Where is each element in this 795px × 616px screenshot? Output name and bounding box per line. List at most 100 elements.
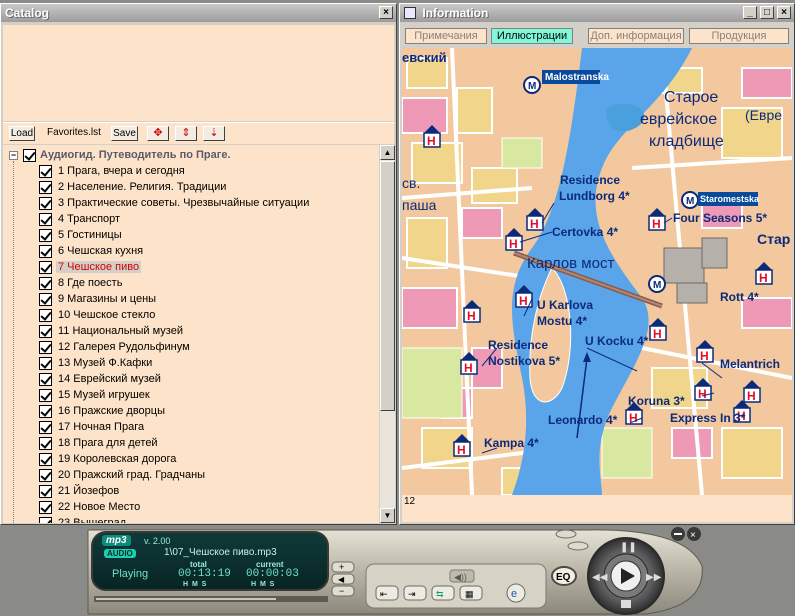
eq-button[interactable]: EQ — [551, 566, 577, 586]
minimize-button[interactable]: _ — [743, 6, 757, 19]
tab-extra-info[interactable]: Доп. информация — [588, 28, 684, 44]
item-checkbox[interactable] — [39, 212, 52, 226]
internet-icon[interactable]: e — [506, 583, 526, 603]
pause-button[interactable]: ❚❚ — [620, 542, 637, 553]
volume-down-button[interactable]: − — [331, 585, 355, 597]
item-checkbox[interactable] — [39, 500, 52, 514]
item-checkbox[interactable] — [39, 324, 52, 338]
item-checkbox[interactable] — [39, 164, 52, 178]
catalog-item[interactable]: 10 Чешское стекло — [39, 307, 157, 323]
next-track-button[interactable]: ⇥ — [403, 585, 427, 601]
catalog-item[interactable]: 23 Вышеград — [39, 515, 128, 523]
catalog-item[interactable]: 4 Транспорт — [39, 211, 122, 227]
eq-label: EQ — [556, 572, 571, 583]
total-time: 00:13:19 — [178, 568, 231, 580]
load-button[interactable]: Load — [9, 126, 35, 141]
mute-button[interactable]: ◀ — [331, 573, 355, 585]
catalog-item[interactable]: 5 Гостиницы — [39, 227, 124, 243]
prev-track-button[interactable]: ⇤ — [375, 585, 399, 601]
repeat-button[interactable]: ⇆ — [431, 585, 455, 601]
item-checkbox[interactable] — [39, 452, 52, 466]
move-up-down-icon[interactable]: ⇕ — [175, 126, 197, 141]
map-label-old-jewish-1: Старое — [664, 89, 718, 106]
catalog-item-label: 12 Галерея Рудольфинум — [58, 341, 190, 353]
info-titlebar[interactable]: Information _ □ × — [400, 4, 794, 22]
catalog-close-button[interactable]: × — [379, 6, 393, 19]
catalog-item[interactable]: 22 Новое Место — [39, 499, 142, 515]
info-close-button[interactable]: × — [777, 6, 791, 19]
catalog-item[interactable]: 18 Прага для детей — [39, 435, 160, 451]
item-checkbox[interactable] — [39, 260, 52, 274]
catalog-item[interactable]: 3 Практические советы. Чрезвычайные ситу… — [39, 195, 311, 211]
play-button[interactable] — [610, 560, 642, 592]
catalog-item[interactable]: 9 Магазины и цены — [39, 291, 158, 307]
maximize-button[interactable]: □ — [760, 6, 774, 19]
tree-root[interactable]: − Аудиогид. Путеводитель по Праге. — [9, 147, 231, 163]
item-checkbox[interactable] — [39, 276, 52, 290]
item-checkbox[interactable] — [39, 228, 52, 242]
item-checkbox[interactable] — [39, 516, 52, 523]
catalog-item[interactable]: 19 Королевская дорога — [39, 451, 178, 467]
catalog-titlebar[interactable]: Catalog × — [1, 4, 396, 22]
catalog-item[interactable]: 1 Прага, вчера и сегодня — [39, 163, 187, 179]
root-checkbox[interactable] — [23, 148, 36, 162]
item-checkbox[interactable] — [39, 196, 52, 210]
catalog-item[interactable]: 11 Национальный музей — [39, 323, 185, 339]
scroll-up-button[interactable]: ▲ — [380, 145, 395, 160]
catalog-item[interactable]: 8 Где поесть — [39, 275, 124, 291]
forward-button[interactable]: ▶▶ — [646, 572, 662, 583]
catalog-item[interactable]: 17 Ночная Прага — [39, 419, 146, 435]
item-checkbox[interactable] — [39, 436, 52, 450]
player-close-button[interactable]: × — [687, 527, 701, 541]
rewind-button[interactable]: ◀◀ — [592, 572, 608, 583]
tab-products[interactable]: Продукция — [689, 28, 789, 44]
volume-slider-icon[interactable]: ◀)) — [449, 569, 475, 583]
item-checkbox[interactable] — [39, 292, 52, 306]
item-checkbox[interactable] — [39, 372, 52, 386]
player-minimize-button[interactable] — [671, 527, 685, 541]
catalog-item[interactable]: 21 Йозефов — [39, 483, 121, 499]
item-checkbox[interactable] — [39, 340, 52, 354]
catalog-item[interactable]: 15 Музей игрушек — [39, 387, 152, 403]
item-checkbox[interactable] — [39, 484, 52, 498]
catalog-item[interactable]: 6 Чешская кухня — [39, 243, 145, 259]
skin-button-1[interactable] — [555, 529, 577, 539]
tab-illustrations[interactable]: Иллюстрации — [491, 28, 573, 44]
item-checkbox[interactable] — [39, 420, 52, 434]
item-checkbox[interactable] — [39, 180, 52, 194]
prague-map-illustration: M M M HHHHHHHHHHHHHHH евский Malostransk… — [402, 48, 792, 495]
item-checkbox[interactable] — [39, 244, 52, 258]
move-all-icon[interactable]: ✥ — [147, 126, 169, 141]
catalog-item[interactable]: 13 Музей Ф.Кафки — [39, 355, 154, 371]
scroll-down-button[interactable]: ▼ — [380, 508, 395, 523]
catalog-item[interactable]: 16 Пражские дворцы — [39, 403, 167, 419]
catalog-item-label: 15 Музей игрушек — [58, 389, 150, 401]
player-filename: 1\07_Чешское пиво.mp3 — [164, 547, 277, 558]
collapse-icon[interactable]: − — [9, 150, 18, 160]
scroll-thumb[interactable] — [380, 161, 395, 411]
catalog-item[interactable]: 2 Население. Религия. Традиции — [39, 179, 228, 195]
catalog-item-label: 19 Королевская дорога — [58, 453, 177, 465]
map-label-sv: св. — [402, 175, 420, 191]
catalog-scrollbar[interactable]: ▲ ▼ — [380, 145, 395, 523]
map-label-koruna: Koruna 3* — [628, 394, 685, 408]
catalog-item-label: 5 Гостиницы — [58, 229, 122, 241]
total-hms: H M S — [183, 581, 207, 588]
item-checkbox[interactable] — [39, 356, 52, 370]
skin-button-2[interactable] — [567, 541, 589, 551]
tab-notes[interactable]: Примечания — [405, 28, 487, 44]
move-down-icon[interactable]: ⇣ — [203, 126, 225, 141]
map-label-rott: Rott 4* — [720, 290, 759, 304]
catalog-item[interactable]: 7 Чешское пиво — [39, 259, 142, 275]
save-button[interactable]: Save — [111, 126, 138, 141]
item-checkbox[interactable] — [39, 388, 52, 402]
catalog-item[interactable]: 20 Пражский град. Градчаны — [39, 467, 207, 483]
item-checkbox[interactable] — [39, 468, 52, 482]
playlist-button[interactable]: ▦ — [459, 585, 483, 601]
catalog-item[interactable]: 12 Галерея Рудольфинум — [39, 339, 192, 355]
item-checkbox[interactable] — [39, 404, 52, 418]
stop-button[interactable] — [621, 600, 631, 608]
volume-up-button[interactable]: + — [331, 561, 355, 573]
catalog-item[interactable]: 14 Еврейский музей — [39, 371, 163, 387]
item-checkbox[interactable] — [39, 308, 52, 322]
